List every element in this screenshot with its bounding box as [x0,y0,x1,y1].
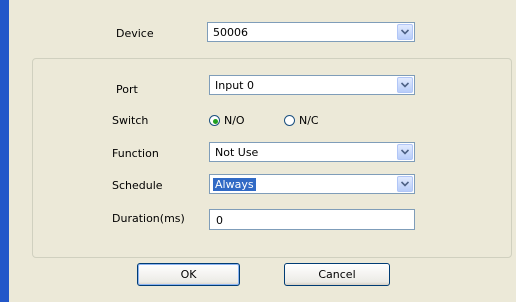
port-select-value: Input 0 [215,79,254,92]
chevron-down-icon[interactable] [397,144,413,160]
function-select-value: Not Use [215,146,259,159]
chevron-down-icon[interactable] [397,176,413,192]
port-select[interactable]: Input 0 [209,75,415,95]
switch-no-label: N/O [224,114,245,127]
radio-circle [209,115,220,126]
duration-label: Duration(ms) [112,212,185,225]
function-select[interactable]: Not Use [209,142,415,162]
function-label: Function [112,147,159,160]
dialog: Device 50006 Port Input 0 Switch N/O N/C… [9,0,516,302]
duration-input[interactable]: 0 [209,209,415,230]
chevron-down-icon[interactable] [397,77,413,93]
cancel-button[interactable]: Cancel [284,263,390,286]
radio-dot [213,119,218,124]
window-frame-left [0,0,9,302]
switch-label: Switch [112,114,149,127]
ok-button[interactable]: OK [137,263,240,286]
radio-circle [284,115,295,126]
device-select[interactable]: 50006 [207,22,415,42]
chevron-down-icon[interactable] [397,24,413,40]
duration-input-value: 0 [216,214,223,227]
schedule-label: Schedule [112,179,163,192]
device-select-value: 50006 [213,26,248,39]
schedule-select-value: Always [213,178,256,191]
schedule-select[interactable]: Always [209,174,415,194]
port-label: Port [116,83,138,96]
switch-nc-label: N/C [299,114,319,127]
device-label: Device [116,27,154,40]
